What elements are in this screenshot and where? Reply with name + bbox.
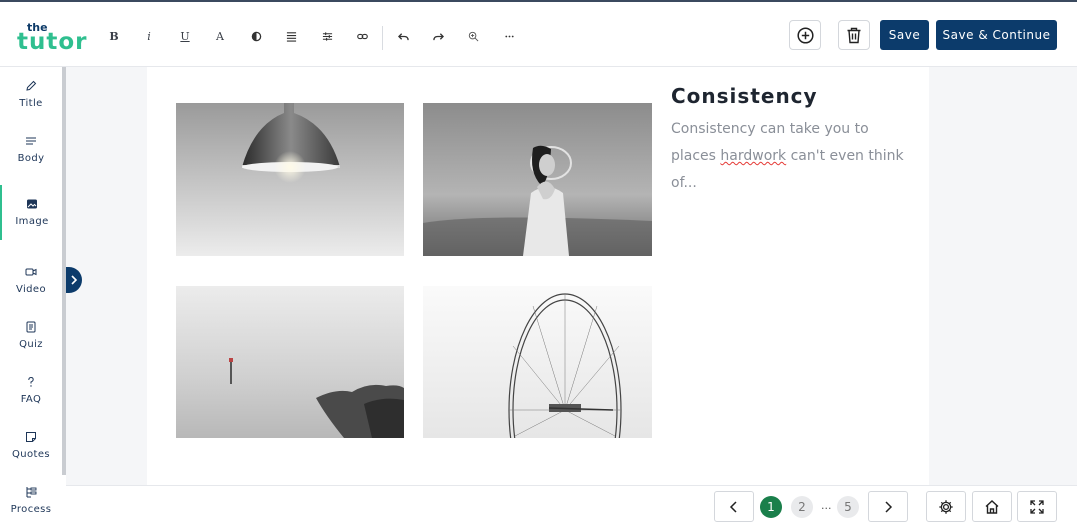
sidebar-item-label: Title (19, 98, 43, 109)
lamp-image (176, 103, 404, 256)
redo-button[interactable] (428, 25, 448, 47)
pagination-ellipsis: ... (821, 499, 832, 512)
more-icon (504, 35, 514, 37)
sidebar-item-label: Quiz (19, 339, 43, 350)
top-toolbar: the tutor B i U A Save Save & Continue (0, 4, 1077, 67)
align-icon (286, 31, 296, 42)
expand-icon (1030, 499, 1044, 514)
link-icon (356, 33, 368, 39)
align-button[interactable] (281, 25, 301, 47)
prev-page-button[interactable] (714, 491, 754, 522)
image-ferris-wheel[interactable] (423, 286, 652, 438)
question-icon (28, 376, 34, 387)
page-1-button[interactable]: 1 (760, 496, 782, 518)
plus-circle-icon (796, 26, 814, 44)
fullscreen-button[interactable] (1017, 491, 1057, 522)
undo-icon (397, 32, 409, 40)
image-icon (27, 199, 37, 209)
zoom-button[interactable] (463, 25, 483, 47)
home-button[interactable] (972, 491, 1012, 522)
sidebar-item-image[interactable]: Image (0, 185, 62, 240)
settings-button[interactable] (926, 491, 966, 522)
page-2-button[interactable]: 2 (791, 496, 813, 518)
spelling-flagged-word[interactable]: hardwork (720, 148, 786, 164)
sidebar-item-quotes[interactable]: Quotes (0, 418, 62, 473)
lines-icon (26, 137, 36, 145)
sidebar-item-body[interactable]: Body (0, 122, 62, 177)
video-icon (25, 268, 37, 276)
sea-image (176, 286, 404, 438)
sidebar-item-faq[interactable]: FAQ (0, 363, 62, 418)
slide-heading[interactable]: Consistency (671, 84, 818, 108)
chevron-right-icon (885, 500, 893, 513)
chevron-left-icon (729, 500, 737, 513)
woman-image (423, 103, 652, 256)
sidebar-item-label: Process (10, 504, 52, 515)
contrast-icon (251, 31, 261, 41)
sidebar-item-label: Quotes (11, 449, 50, 460)
sidebar-item-label: Image (15, 216, 49, 227)
save-continue-button[interactable]: Save & Continue (936, 20, 1057, 50)
image-sea-rocks[interactable] (176, 286, 404, 438)
delete-button[interactable] (838, 20, 870, 50)
save-button[interactable]: Save (880, 20, 929, 50)
pencil-icon (26, 80, 37, 91)
bold-button[interactable]: B (104, 25, 124, 47)
toolbar-divider (382, 26, 383, 50)
link-button[interactable] (352, 25, 372, 47)
sidebar-item-label: Video (15, 284, 47, 295)
undo-button[interactable] (393, 25, 413, 47)
ferris-wheel-image (423, 286, 652, 438)
sidebar-item-process[interactable]: Process (0, 473, 62, 528)
add-button[interactable] (789, 20, 821, 50)
quiz-icon (26, 321, 36, 333)
image-pendant-lamp[interactable] (176, 103, 404, 256)
image-woman-hat[interactable] (423, 103, 652, 256)
slide-body-text[interactable]: Consistency can take you to places hardw… (671, 116, 911, 197)
note-icon (26, 432, 36, 442)
editor-window: the tutor B i U A Save Save & Continue T… (0, 0, 1077, 527)
page-5-button[interactable]: 5 (837, 496, 859, 518)
logo: the tutor (17, 18, 88, 55)
sliders-icon (322, 31, 332, 41)
gear-icon (939, 499, 953, 514)
sidebar-item-quiz[interactable]: Quiz (0, 308, 62, 363)
sidebar-item-label: Body (17, 153, 45, 164)
contrast-button[interactable] (246, 25, 266, 47)
spacing-button[interactable] (317, 25, 337, 47)
sidebar-item-title[interactable]: Title (0, 67, 62, 122)
sidebar-item-label: FAQ (20, 394, 42, 405)
chevron-right-icon (71, 275, 78, 285)
italic-button[interactable]: i (139, 25, 159, 47)
more-button[interactable] (499, 25, 519, 47)
home-icon (985, 499, 999, 514)
font-color-button[interactable]: A (210, 25, 230, 47)
redo-icon (432, 32, 444, 40)
next-page-button[interactable] (868, 491, 908, 522)
underline-button[interactable]: U (175, 25, 195, 47)
process-icon (26, 487, 37, 498)
sidebar-item-video[interactable]: Video (0, 253, 62, 308)
element-sidebar: Title Body Image Video Quiz FAQ Quotes P… (0, 67, 66, 527)
zoom-in-icon (468, 31, 478, 41)
logo-tutor: tutor (17, 29, 88, 55)
trash-icon (847, 27, 861, 43)
